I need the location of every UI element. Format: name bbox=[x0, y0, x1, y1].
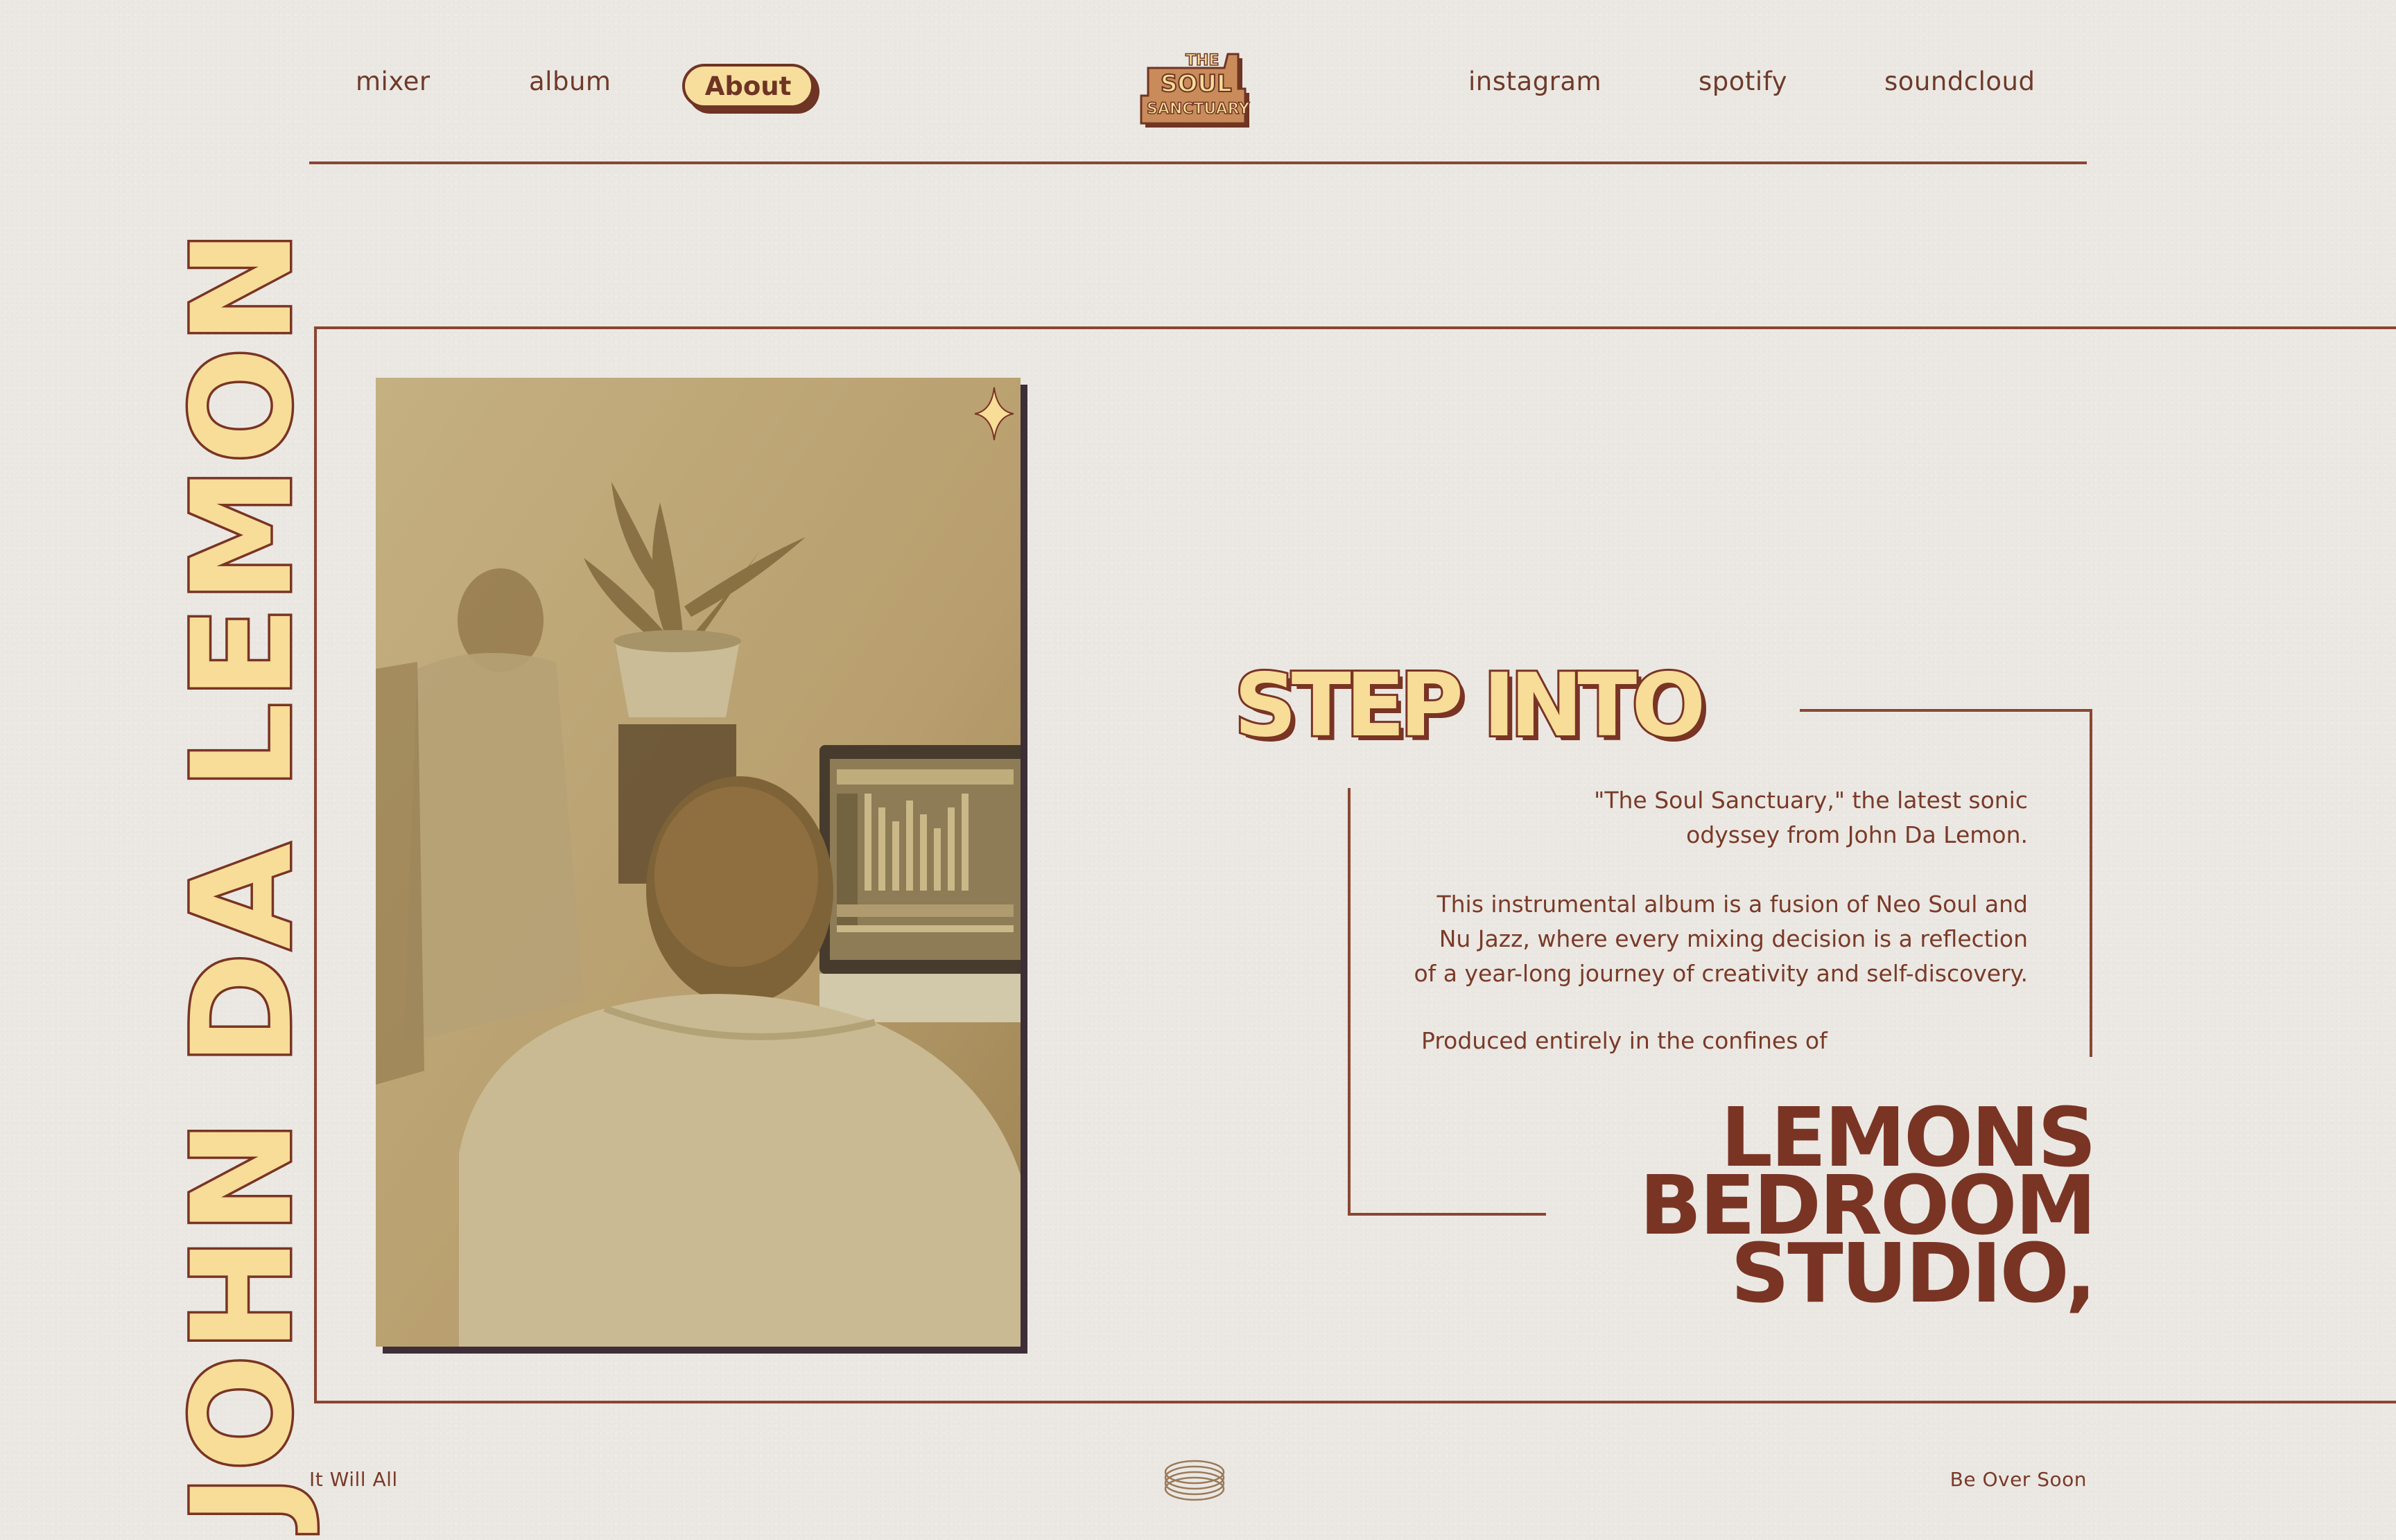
bracket-top-line bbox=[1800, 709, 2092, 712]
frame-bottom-border bbox=[314, 1401, 2396, 1403]
footer-right-text: Be Over Soon bbox=[1950, 1468, 2087, 1491]
logo-text-sanctuary: SANCTUARY bbox=[1147, 100, 1250, 118]
footer-left-text: It Will All bbox=[309, 1468, 398, 1491]
soul-sanctuary-logo[interactable]: THE SOUL SANCTUARY bbox=[1138, 44, 1256, 134]
headline-step-into: STEP INTO bbox=[1232, 654, 1708, 756]
nav-link-album[interactable]: album bbox=[529, 67, 611, 96]
nav-divider bbox=[309, 161, 2087, 164]
description-paragraph-1: "The Soul Sanctuary," the latest sonic o… bbox=[1594, 787, 2028, 848]
nav-link-spotify[interactable]: spotify bbox=[1699, 67, 1787, 96]
sparkle-icon bbox=[974, 387, 1014, 441]
logo-text-soul: SOUL bbox=[1161, 70, 1232, 98]
nav-link-soundcloud[interactable]: soundcloud bbox=[1884, 67, 2035, 96]
studio-photo bbox=[376, 378, 1021, 1347]
nav-link-about[interactable]: About bbox=[682, 64, 814, 108]
bracket-bottom-line bbox=[1348, 1213, 1546, 1216]
nav-link-instagram[interactable]: instagram bbox=[1468, 67, 1601, 96]
studio-title: LEMONS BEDROOM STUDIO, bbox=[1639, 1090, 2096, 1321]
description-paragraph-3: Produced entirely in the confines of bbox=[1421, 1027, 1828, 1054]
nav-link-mixer[interactable]: mixer bbox=[356, 67, 431, 96]
artist-name-vertical: JOHN DA LEMON bbox=[160, 225, 325, 1528]
bracket-left-line bbox=[1348, 788, 1351, 1216]
frame-top-border bbox=[314, 326, 2396, 329]
logo-text-the: THE bbox=[1186, 52, 1219, 69]
description-paragraph-2: This instrumental album is a fusion of N… bbox=[1414, 891, 2028, 987]
coil-icon bbox=[1164, 1460, 1225, 1501]
bracket-right-line bbox=[2090, 709, 2092, 1057]
